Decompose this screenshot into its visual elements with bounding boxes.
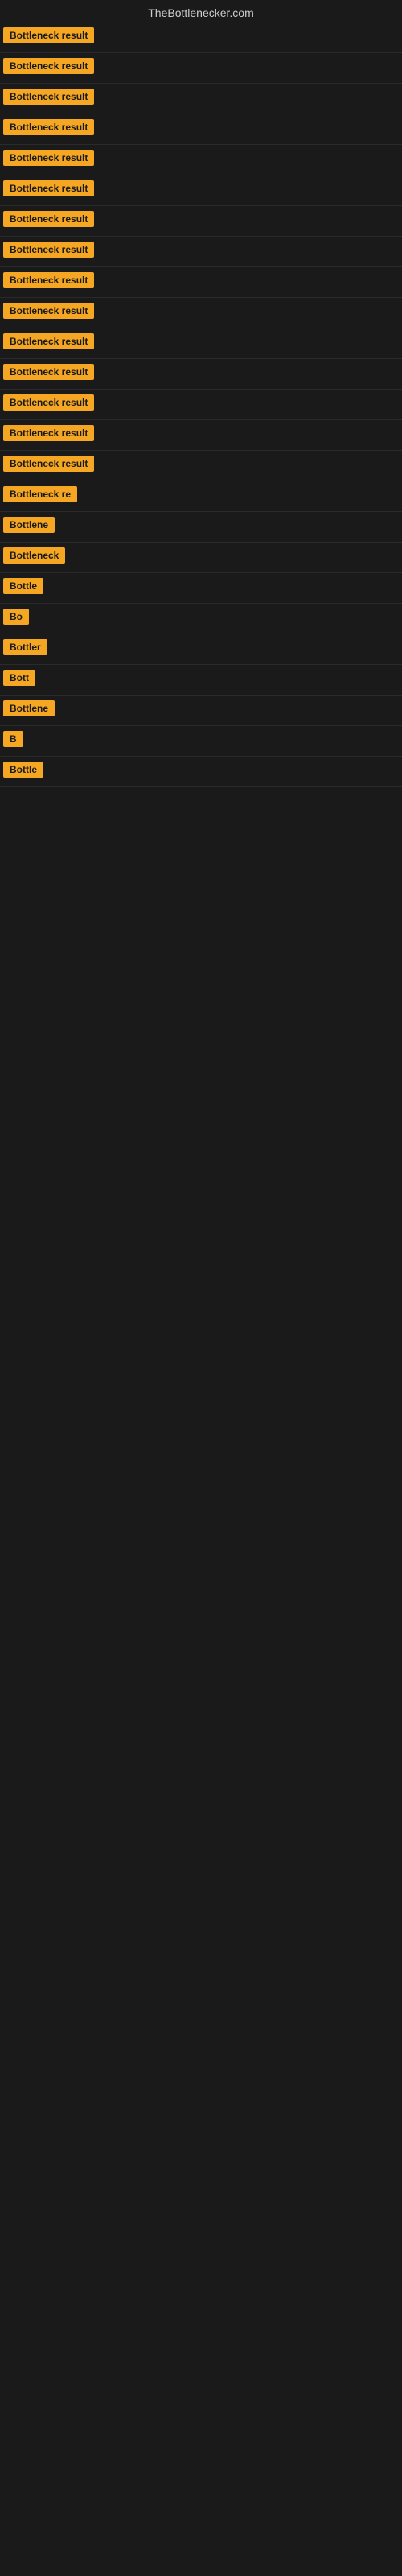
bottleneck-badge[interactable]: Bottleneck result [3, 27, 94, 43]
bottleneck-badge[interactable]: Bottleneck result [3, 150, 94, 166]
bottleneck-badge[interactable]: Bottle [3, 578, 43, 594]
bottleneck-badge[interactable]: Bottlene [3, 700, 55, 716]
bottleneck-badge[interactable]: Bottleneck result [3, 394, 94, 411]
result-row: Bottleneck result [0, 237, 402, 267]
bottleneck-badge[interactable]: Bottleneck result [3, 89, 94, 105]
bottleneck-badge[interactable]: Bottleneck result [3, 180, 94, 196]
bottleneck-badge[interactable]: B [3, 731, 23, 747]
result-row: Bottleneck result [0, 175, 402, 206]
result-row: Bottleneck result [0, 451, 402, 481]
bottleneck-badge[interactable]: Bottleneck result [3, 211, 94, 227]
result-row: Bottleneck result [0, 145, 402, 175]
result-row: Bo [0, 604, 402, 634]
bottleneck-badge[interactable]: Bottleneck result [3, 119, 94, 135]
result-row: Bottleneck result [0, 267, 402, 298]
result-row: Bottleneck re [0, 481, 402, 512]
result-row: B [0, 726, 402, 757]
result-row: Bottlene [0, 696, 402, 726]
bottleneck-badge[interactable]: Bottleneck result [3, 58, 94, 74]
result-row: Bottleneck [0, 543, 402, 573]
result-row: Bottle [0, 573, 402, 604]
bottleneck-badge[interactable]: Bott [3, 670, 35, 686]
bottleneck-badge[interactable]: Bottleneck re [3, 486, 77, 502]
bottleneck-badge[interactable]: Bottleneck result [3, 456, 94, 472]
result-row: Bottleneck result [0, 359, 402, 390]
result-row: Bott [0, 665, 402, 696]
site-title: TheBottlenecker.com [0, 0, 402, 23]
result-row: Bottleneck result [0, 298, 402, 328]
result-row: Bottleneck result [0, 23, 402, 53]
result-row: Bottler [0, 634, 402, 665]
bottleneck-badge[interactable]: Bottleneck result [3, 425, 94, 441]
bottleneck-badge[interactable]: Bottle [3, 762, 43, 778]
bottleneck-badge[interactable]: Bottleneck result [3, 242, 94, 258]
result-row: Bottle [0, 757, 402, 787]
result-row: Bottleneck result [0, 420, 402, 451]
bottleneck-badge[interactable]: Bottleneck result [3, 364, 94, 380]
result-row: Bottleneck result [0, 390, 402, 420]
result-row: Bottleneck result [0, 114, 402, 145]
bottleneck-badge[interactable]: Bottleneck result [3, 333, 94, 349]
bottleneck-badge[interactable]: Bottleneck result [3, 303, 94, 319]
bottleneck-badge[interactable]: Bottlene [3, 517, 55, 533]
result-row: Bottleneck result [0, 53, 402, 84]
result-row: Bottlene [0, 512, 402, 543]
bottleneck-badge[interactable]: Bo [3, 609, 29, 625]
bottleneck-badge[interactable]: Bottleneck result [3, 272, 94, 288]
bottleneck-badge[interactable]: Bottleneck [3, 547, 65, 564]
result-row: Bottleneck result [0, 84, 402, 114]
result-row: Bottleneck result [0, 328, 402, 359]
result-row: Bottleneck result [0, 206, 402, 237]
bottleneck-badge[interactable]: Bottler [3, 639, 47, 655]
